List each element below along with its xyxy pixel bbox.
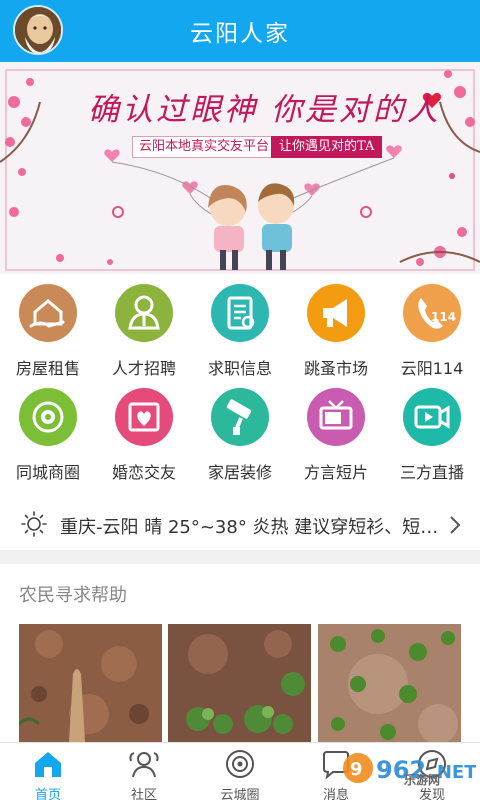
help-photo[interactable] (318, 624, 461, 742)
banner-subtitle: 云阳本地真实交友平台 (132, 136, 277, 158)
phone-114-icon: 114 (403, 284, 461, 342)
grid-item-dialect-videos[interactable]: 方言短片 (288, 388, 384, 488)
tab-community[interactable]: 社区 (96, 743, 192, 800)
grid-item-yunyang-114[interactable]: 114 云阳114 (384, 284, 480, 384)
promo-banner[interactable]: 确认过眼神 你是对的人 云阳本地真实交友平台 让你遇见对的TA (0, 62, 480, 274)
grid-item-live-streaming[interactable]: 三方直播 (384, 388, 480, 488)
resume-document-icon (211, 284, 269, 342)
grid-item-local-business[interactable]: 同城商圈 (0, 388, 96, 488)
grid-item-recruitment[interactable]: 人才招聘 (96, 284, 192, 384)
top-bar: 云阳人家 (0, 0, 480, 62)
service-grid-row: 同城商圈 婚恋交友 家居装修 方言短片 三方直播 (0, 388, 480, 488)
grid-item-label: 方言短片 (303, 463, 368, 482)
app-screen: 云阳人家 确认过眼神 你是对的人 云阳本地真实交友平台 让你遇见对的TA 房屋租… (0, 0, 480, 800)
grid-item-label: 求职信息 (207, 359, 272, 378)
tab-label: 云城圈 (220, 788, 260, 800)
tab-cloud-circle[interactable]: 云城圈 (192, 743, 288, 800)
svg-text:114: 114 (431, 310, 456, 324)
grid-item-label: 同城商圈 (15, 463, 80, 482)
weather-text: 重庆-云阳 晴 25°~38° 炎热 建议穿短衫、短裤等清凉夏季服装。 (60, 517, 445, 538)
grid-item-label: 家居装修 (207, 463, 272, 482)
grid-item-job-seeking[interactable]: 求职信息 (192, 284, 288, 384)
tab-home[interactable]: 首页 (0, 743, 96, 800)
grid-item-label: 三方直播 (399, 463, 464, 482)
tab-label: 社区 (130, 788, 157, 800)
tab-label: 首页 (34, 788, 61, 800)
cloud-circle-icon (226, 750, 254, 778)
service-grid-row: 房屋租售 人才招聘 求职信息 跳蚤市场 114 云阳114 (0, 284, 480, 384)
banner-headline: 确认过眼神 你是对的人 (88, 92, 441, 128)
help-photo-list (0, 624, 480, 742)
community-icon (129, 752, 159, 778)
help-photo[interactable] (19, 624, 162, 742)
help-photo[interactable] (168, 624, 311, 742)
svg-text:9: 9 (350, 759, 363, 780)
house-hand-icon (19, 284, 77, 342)
grid-item-house-rental[interactable]: 房屋租售 (0, 284, 96, 384)
tv-icon (307, 388, 365, 446)
video-camera-icon (403, 388, 461, 446)
person-suit-icon (115, 284, 173, 342)
grid-item-home-decoration[interactable]: 家居装修 (192, 388, 288, 488)
target-circle-icon (19, 388, 77, 446)
grid-item-label: 人才招聘 (111, 359, 176, 378)
grid-item-flea-market[interactable]: 跳蚤市场 (288, 284, 384, 384)
megaphone-icon (307, 284, 365, 342)
grid-item-label: 婚恋交友 (111, 463, 176, 482)
sun-icon (21, 511, 47, 537)
section-title: 农民寻求帮助 (19, 585, 127, 606)
paint-roller-icon (211, 388, 269, 446)
banner-subtitle-tail: 让你遇见对的TA (271, 136, 383, 158)
chevron-right-icon (450, 516, 461, 534)
couple-heart-icon (115, 388, 173, 446)
grid-item-label: 房屋租售 (15, 359, 80, 378)
grid-item-label: 云阳114 (400, 359, 464, 378)
grid-item-label: 跳蚤市场 (303, 359, 368, 378)
section-divider (0, 550, 480, 564)
weather-bar[interactable]: 重庆-云阳 晴 25°~38° 炎热 建议穿短衫、短裤等清凉夏季服装。 (0, 505, 480, 545)
home-icon (35, 752, 61, 777)
watermark-caption: 乐游网 (404, 773, 441, 787)
grid-item-dating[interactable]: 婚恋交友 (96, 388, 192, 488)
page-title: 云阳人家 (190, 21, 290, 47)
